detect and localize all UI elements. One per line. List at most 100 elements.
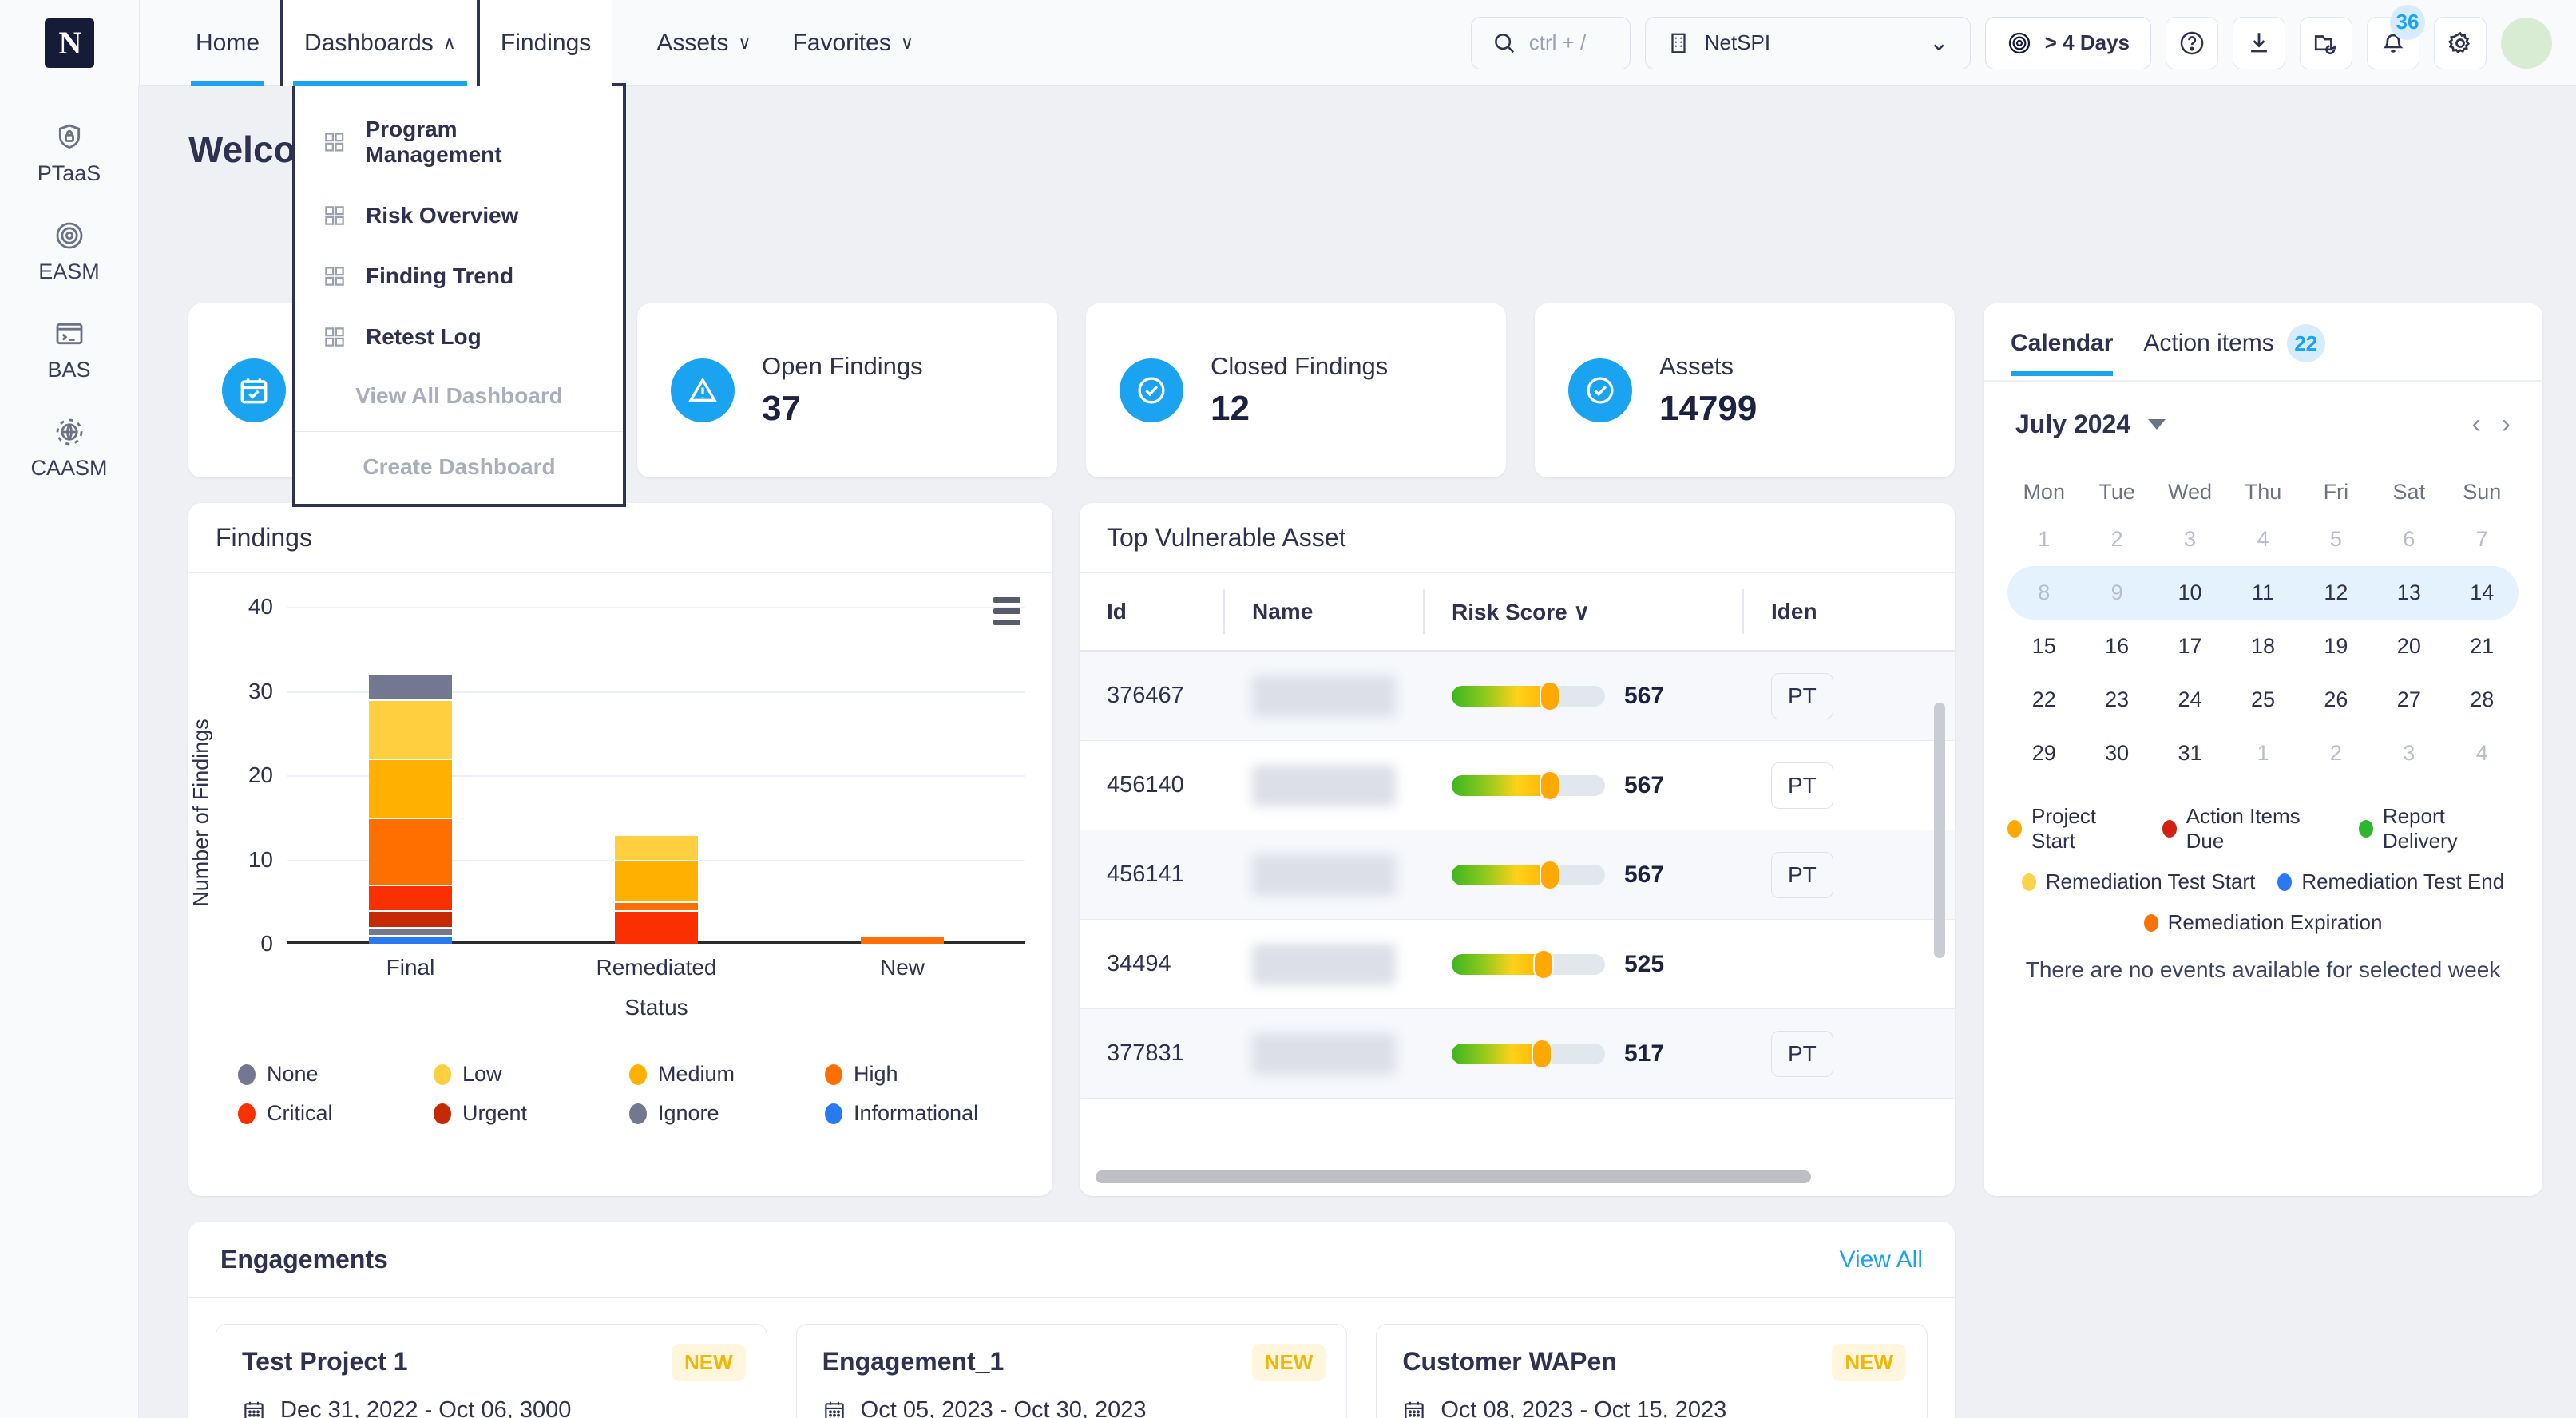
- calendar-day[interactable]: 18: [2226, 620, 2299, 673]
- settings-button[interactable]: [2434, 16, 2487, 69]
- column-header-id[interactable]: Id: [1080, 589, 1225, 634]
- org-selector[interactable]: NetSPI ⌄: [1644, 16, 1971, 69]
- calendar-day[interactable]: 16: [2080, 620, 2153, 673]
- kpi-card-assets[interactable]: Assets 14799: [1535, 303, 1955, 477]
- calendar-day[interactable]: 9: [2080, 566, 2153, 620]
- bar-segment-low[interactable]: [615, 834, 698, 860]
- search-input[interactable]: ctrl + /: [1470, 16, 1631, 69]
- legend-item-low[interactable]: Low: [434, 1062, 629, 1087]
- engagement-card[interactable]: Engagement_1 NEW Oct 05, 2023 - Oct 30, 20…: [795, 1324, 1348, 1418]
- calendar-week-row[interactable]: 15 16 17 18 19 20 21: [2007, 620, 2519, 673]
- nav-item-dashboards[interactable]: Dashboards ∧: [280, 0, 480, 86]
- calendar-day[interactable]: 20: [2372, 620, 2445, 673]
- calendar-day[interactable]: 26: [2300, 673, 2372, 727]
- notifications-button[interactable]: 36: [2367, 4, 2425, 69]
- table-horizontal-scrollbar[interactable]: [1096, 1170, 1811, 1183]
- legend-item-medium[interactable]: Medium: [629, 1062, 825, 1087]
- table-row[interactable]: 376467 567 PT: [1080, 652, 1955, 741]
- dropdown-item-program-management[interactable]: Program Management: [295, 99, 623, 185]
- calendar-day[interactable]: 19: [2300, 620, 2372, 673]
- bar-segment-none[interactable]: [368, 674, 452, 700]
- calendar-day[interactable]: 15: [2007, 620, 2080, 673]
- calendar-day[interactable]: 21: [2446, 620, 2519, 673]
- calendar-day[interactable]: 3: [2154, 513, 2226, 566]
- calendar-day[interactable]: 1: [2007, 513, 2080, 566]
- tab-action-items[interactable]: Action items 22: [2143, 324, 2325, 380]
- calendar-day[interactable]: 27: [2372, 673, 2445, 727]
- nav-item-assets[interactable]: Assets ∨: [636, 0, 771, 86]
- legend-item-critical[interactable]: Critical: [238, 1101, 434, 1126]
- calendar-day[interactable]: 29: [2007, 727, 2080, 780]
- table-row[interactable]: 456140 567 PT: [1080, 741, 1955, 830]
- bar-segment-urgent[interactable]: [368, 909, 452, 927]
- chevron-down-icon[interactable]: [2148, 419, 2166, 430]
- calendar-day[interactable]: 4: [2226, 513, 2299, 566]
- calendar-day[interactable]: 2: [2300, 727, 2372, 780]
- dropdown-create-dashboard[interactable]: Create Dashboard: [295, 438, 623, 496]
- legend-item-high[interactable]: High: [825, 1062, 1020, 1087]
- calendar-week-row[interactable]: 1234567: [2007, 513, 2519, 566]
- column-header-risk-score[interactable]: Risk Score ∨: [1425, 589, 1744, 634]
- calendar-day[interactable]: 8: [2007, 566, 2080, 620]
- next-week-button[interactable]: ›: [2502, 409, 2511, 440]
- sync-folder-button[interactable]: [2300, 16, 2352, 69]
- bar-final[interactable]: [368, 674, 452, 944]
- column-header-identified[interactable]: Iden: [1744, 589, 1952, 634]
- nav-item-home[interactable]: Home: [175, 0, 280, 86]
- engagement-card[interactable]: Customer WAPen NEW Oct 08, 2023 - Oct 15, …: [1376, 1324, 1928, 1418]
- calendar-day[interactable]: 2: [2080, 513, 2153, 566]
- calendar-day[interactable]: 17: [2154, 620, 2226, 673]
- dropdown-item-retest-log[interactable]: Retest Log: [295, 307, 623, 367]
- table-vertical-scrollbar[interactable]: [1934, 703, 1945, 958]
- sidebar-item-ptaas[interactable]: PTaaS: [38, 121, 101, 186]
- bar-segment-critical[interactable]: [615, 909, 698, 944]
- calendar-day[interactable]: 31: [2154, 727, 2226, 780]
- engagement-card[interactable]: Test Project 1 NEW Dec 31, 2022 - Oct 06, …: [216, 1324, 767, 1418]
- sidebar-item-caasm[interactable]: CAASM: [30, 416, 108, 481]
- bar-segment-high[interactable]: [615, 901, 698, 910]
- calendar-day[interactable]: 6: [2372, 513, 2445, 566]
- bar-segment-critical[interactable]: [368, 885, 452, 910]
- calendar-day[interactable]: 3: [2372, 727, 2445, 780]
- table-row[interactable]: 456141 567 PT: [1080, 830, 1955, 920]
- dropdown-item-finding-trend[interactable]: Finding Trend: [295, 246, 623, 307]
- calendar-day[interactable]: 23: [2080, 673, 2153, 727]
- app-logo[interactable]: N: [0, 0, 139, 86]
- table-row[interactable]: 34494 525: [1080, 920, 1955, 1009]
- calendar-day[interactable]: 10: [2154, 566, 2226, 620]
- calendar-day[interactable]: 30: [2080, 727, 2153, 780]
- prev-week-button[interactable]: ‹: [2471, 409, 2480, 440]
- calendar-day[interactable]: 4: [2446, 727, 2519, 780]
- dropdown-item-risk-overview[interactable]: Risk Overview: [295, 185, 623, 246]
- tab-calendar[interactable]: Calendar: [2011, 330, 2114, 376]
- bar-segment-low[interactable]: [368, 699, 452, 759]
- legend-item-none[interactable]: None: [238, 1062, 434, 1087]
- bar-new[interactable]: [861, 935, 944, 944]
- engagements-view-all-link[interactable]: View All: [1839, 1246, 1923, 1273]
- bar-segment-medium[interactable]: [368, 758, 452, 818]
- sidebar-item-bas[interactable]: BAS: [47, 318, 91, 382]
- calendar-day[interactable]: 11: [2226, 566, 2299, 620]
- help-button[interactable]: [2166, 16, 2218, 69]
- sidebar-item-easm[interactable]: EASM: [38, 220, 100, 284]
- bar-segment-informational[interactable]: [368, 935, 452, 944]
- avatar[interactable]: [2501, 17, 2552, 69]
- kpi-card-closed-findings[interactable]: Closed Findings 12: [1086, 303, 1506, 477]
- calendar-day[interactable]: 7: [2446, 513, 2519, 566]
- calendar-week-row[interactable]: 29 30 31 1 2 3 4: [2007, 727, 2519, 780]
- days-filter[interactable]: > 4 Days: [1984, 16, 2151, 69]
- calendar-day[interactable]: 12: [2300, 566, 2372, 620]
- table-row[interactable]: 377831 517 PT: [1080, 1009, 1955, 1099]
- calendar-day[interactable]: 1: [2226, 727, 2299, 780]
- calendar-day[interactable]: 14: [2446, 566, 2519, 620]
- download-button[interactable]: [2233, 16, 2285, 69]
- calendar-day[interactable]: 13: [2372, 566, 2445, 620]
- calendar-day[interactable]: 24: [2154, 673, 2226, 727]
- nav-item-favorites[interactable]: Favorites ∨: [771, 0, 933, 86]
- bar-segment-ignore[interactable]: [368, 926, 452, 936]
- bar-segment-high[interactable]: [368, 817, 452, 885]
- bar-segment-high[interactable]: [861, 935, 944, 944]
- kpi-card-open-findings[interactable]: Open Findings 37: [637, 303, 1057, 477]
- calendar-day[interactable]: 5: [2300, 513, 2372, 566]
- calendar-day[interactable]: 22: [2007, 673, 2080, 727]
